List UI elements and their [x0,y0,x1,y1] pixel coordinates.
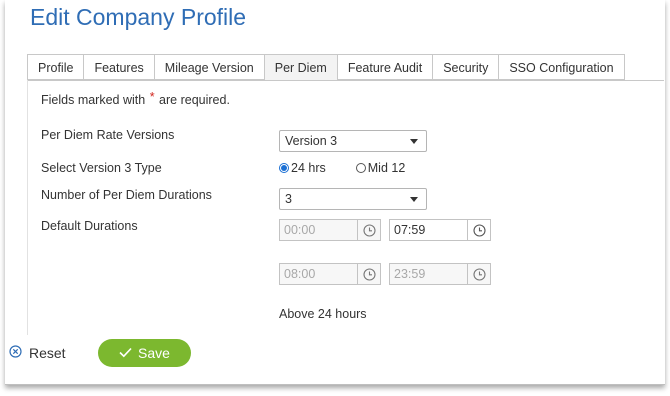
tab-feature-audit[interactable]: Feature Audit [336,54,433,80]
required-note-prefix: Fields marked with [41,93,146,107]
tab-bar: Profile Features Mileage Version Per Die… [27,54,625,81]
chevron-down-icon [410,139,418,144]
tab-profile[interactable]: Profile [27,54,84,80]
clock-icon[interactable] [467,220,490,240]
tab-mileage-version[interactable]: Mileage Version [153,54,264,80]
required-star: * [149,90,155,104]
checkmark-icon [119,345,132,361]
page-title: Edit Company Profile [30,4,247,30]
tab-features[interactable]: Features [83,54,154,80]
rate-versions-value: Version 3 [285,134,338,148]
duration-2-start-input: 08:00 [279,263,381,285]
durations-count-select[interactable]: 3 [279,188,427,210]
version-type-label: Select Version 3 Type [41,161,162,175]
rate-versions-select[interactable]: Version 3 [279,130,427,152]
default-durations-label: Default Durations [41,219,138,233]
chevron-down-icon [410,197,418,202]
radio-24hrs-label: 24 hrs [291,161,326,175]
radio-24hrs[interactable] [279,163,289,173]
clock-icon [357,264,380,284]
radio-option-mid12[interactable]: Mid 12 [355,161,406,175]
duration-2-start-value: 08:00 [284,267,316,281]
clock-icon [357,220,380,240]
duration-1-start-input: 00:00 [279,219,381,241]
tab-sso-configuration[interactable]: SSO Configuration [498,54,625,80]
radio-option-24hrs[interactable]: 24 hrs [279,161,326,175]
save-label: Save [138,345,170,361]
durations-count-value: 3 [285,192,292,206]
version-type-radio-group: 24 hrs Mid 12 [279,161,405,175]
duration-1-start-value: 00:00 [284,223,316,237]
reset-label: Reset [29,345,66,361]
duration-1-end-value[interactable]: 07:59 [390,220,467,240]
tab-security[interactable]: Security [432,54,499,80]
tabs-divider [27,80,664,81]
required-note-suffix: are required. [159,93,230,107]
reset-button[interactable]: Reset [9,345,66,361]
radio-mid12-label: Mid 12 [367,161,406,175]
duration-2-end-input: 23:59 [389,263,491,285]
close-circle-icon [9,345,22,361]
radio-mid12[interactable] [355,163,366,173]
durations-count-label: Number of Per Diem Durations [41,188,212,202]
duration-1-end-input[interactable]: 07:59 [389,219,491,241]
tab-per-diem[interactable]: Per Diem [263,54,337,81]
rate-versions-label: Per Diem Rate Versions [41,128,175,142]
required-fields-note: Fields marked with * are required. [41,90,230,107]
above-24-hours-label: Above 24 hours [279,307,367,321]
duration-2-end-value: 23:59 [394,267,426,281]
save-button[interactable]: Save [98,339,191,367]
panel-left-border [27,80,28,335]
clock-icon [467,264,490,284]
